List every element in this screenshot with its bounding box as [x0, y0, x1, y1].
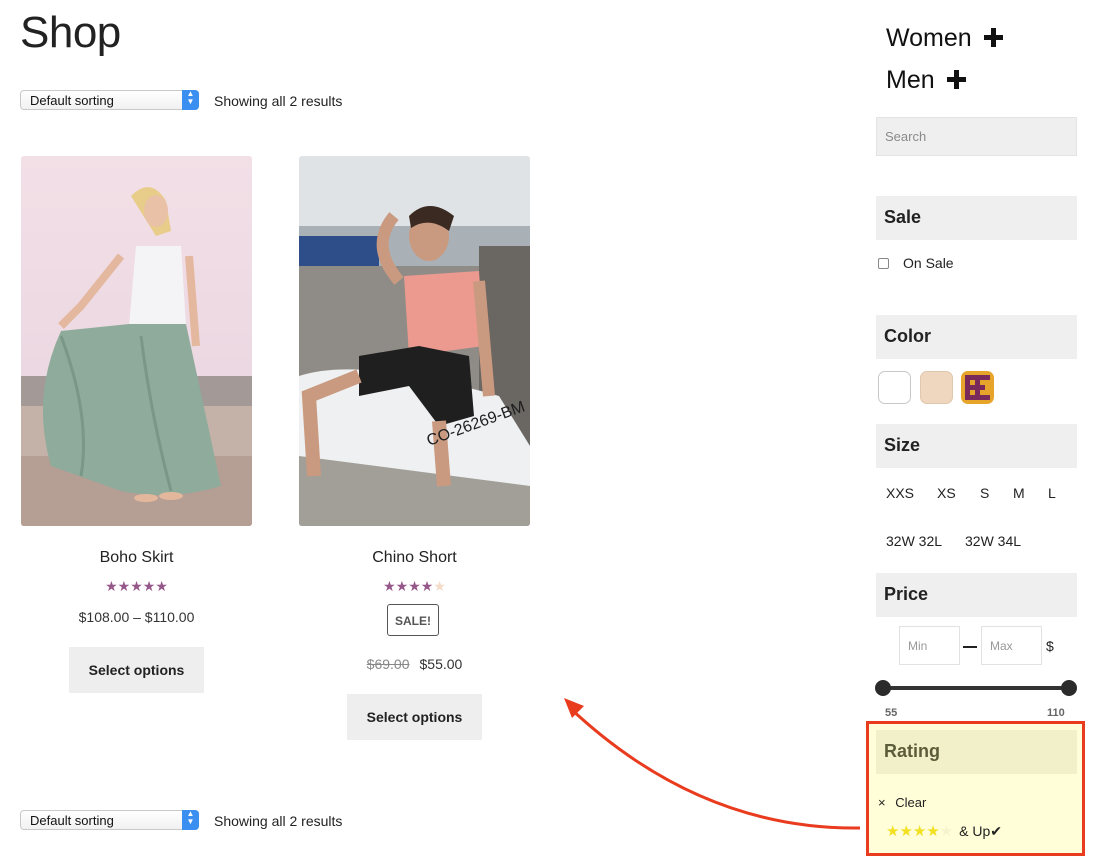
page-title: Shop	[20, 8, 121, 57]
old-price: $69.00	[366, 656, 410, 672]
sale-widget-title: Sale	[876, 196, 1077, 240]
product-title[interactable]: Boho Skirt	[21, 549, 252, 567]
on-sale-label[interactable]: On Sale	[903, 255, 954, 271]
clear-rating[interactable]: × Clear	[878, 795, 926, 810]
plus-icon[interactable]	[946, 69, 966, 89]
color-widget-title: Color	[876, 315, 1077, 359]
color-swatch-white[interactable]	[878, 371, 911, 404]
annotation-arrow-icon	[564, 698, 861, 830]
size-option[interactable]: L	[1048, 485, 1056, 501]
price-widget-title: Price	[876, 573, 1077, 617]
result-count: Showing all 2 results	[214, 813, 343, 829]
size-option[interactable]: XS	[937, 485, 956, 501]
star-empty-icon: ★	[433, 578, 446, 594]
price-range-min: 55	[885, 707, 898, 719]
sort-select-label: Default sorting	[30, 93, 114, 108]
size-option[interactable]: XXS	[886, 485, 914, 501]
sale-badge: SALE!	[387, 604, 439, 636]
category-men[interactable]: Men	[886, 66, 966, 95]
star-icon: ★★★★★	[105, 578, 168, 594]
category-label: Men	[886, 66, 935, 94]
price-slider-max-handle[interactable]	[1061, 680, 1077, 696]
rating-filter-option[interactable]: ★★★★★ & Up✔	[886, 822, 1002, 840]
size-widget-title: Size	[876, 424, 1077, 468]
clear-label: Clear	[895, 795, 927, 810]
size-option[interactable]: 32W 32L	[886, 533, 942, 549]
sale-price: $55.00	[419, 656, 463, 672]
sort-select-label: Default sorting	[30, 813, 114, 828]
size-option[interactable]: M	[1013, 485, 1025, 501]
product-price: $69.00 $55.00	[299, 656, 530, 672]
category-label: Women	[886, 24, 972, 52]
price-dash	[963, 646, 977, 648]
color-swatch-beige[interactable]	[920, 371, 953, 404]
check-icon: ✔	[990, 823, 1002, 839]
currency-symbol: $	[1046, 638, 1054, 654]
plus-icon[interactable]	[983, 27, 1003, 47]
category-women[interactable]: Women	[886, 24, 1003, 53]
star-rating: ★★★★★	[21, 578, 252, 595]
star-rating: ★★★★★	[299, 578, 530, 595]
price-min-input[interactable]: Min	[899, 626, 960, 665]
clear-icon: ×	[878, 795, 886, 810]
search-input[interactable]: Search	[876, 117, 1077, 156]
color-swatch-pattern[interactable]	[961, 371, 994, 404]
size-option[interactable]: S	[980, 485, 989, 501]
price-range-max: 110	[1047, 707, 1065, 719]
price-slider-min-handle[interactable]	[875, 680, 891, 696]
select-options-button[interactable]: Select options	[347, 694, 482, 740]
price-slider-track[interactable]	[883, 686, 1070, 690]
price-max-input[interactable]: Max	[981, 626, 1042, 665]
product-image-boho-skirt[interactable]	[21, 156, 252, 526]
product-image-chino-short[interactable]: CO-26269-BM	[299, 156, 530, 526]
star-rating-icon: ★★★★★	[886, 823, 954, 840]
on-sale-checkbox[interactable]	[878, 258, 889, 269]
select-options-button[interactable]: Select options	[69, 647, 204, 693]
select-arrows-icon: ▲ ▼	[182, 810, 199, 830]
sort-select[interactable]: Default sorting ▲ ▼	[20, 90, 199, 110]
rating-widget-title: Rating	[876, 730, 1077, 774]
product-title[interactable]: Chino Short	[299, 549, 530, 567]
result-count: Showing all 2 results	[214, 93, 343, 109]
and-up-label: & Up	[959, 823, 991, 839]
select-arrows-icon: ▲ ▼	[182, 90, 199, 110]
size-option[interactable]: 32W 34L	[965, 533, 1021, 549]
star-icon: ★★★★	[383, 578, 434, 594]
product-price: $108.00 – $110.00	[78, 609, 195, 625]
sort-select[interactable]: Default sorting ▲ ▼	[20, 810, 199, 830]
